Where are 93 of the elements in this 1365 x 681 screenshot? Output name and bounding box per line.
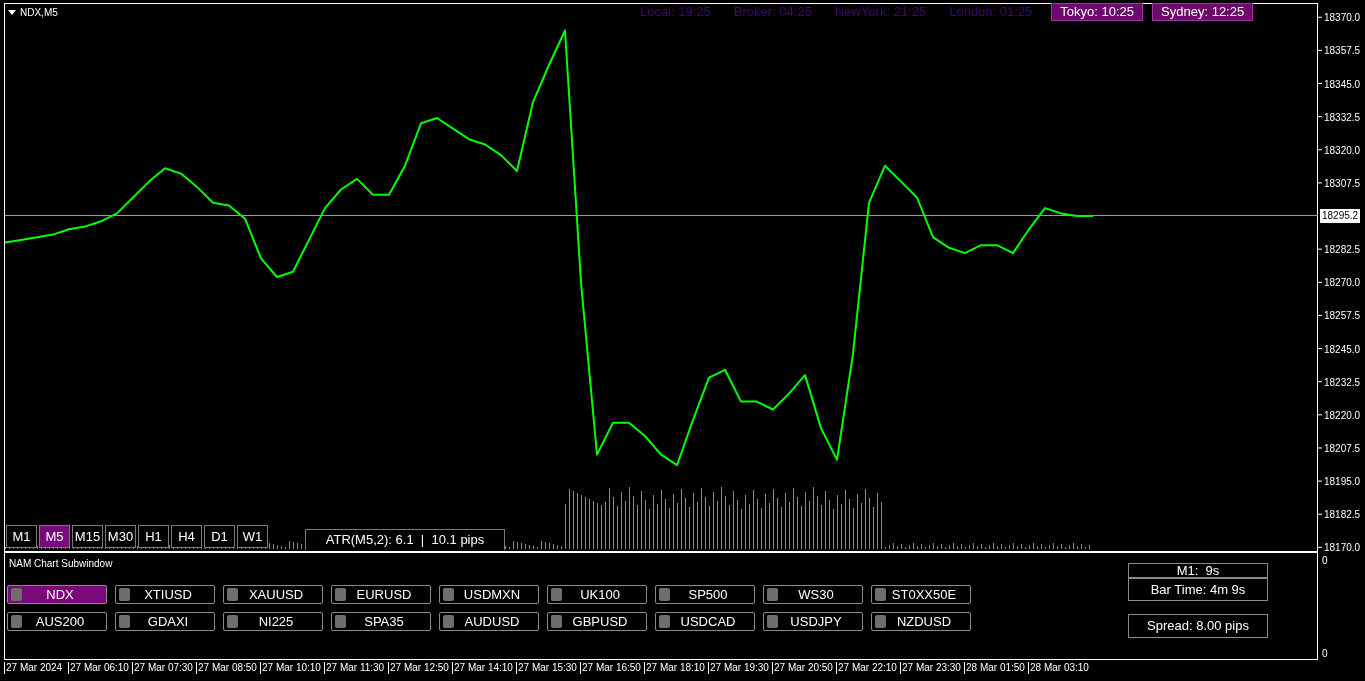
- y-axis-label: 18207.5: [1324, 442, 1361, 454]
- y-axis-label: 18170.0: [1324, 542, 1361, 552]
- timeframe-button[interactable]: D1: [204, 525, 235, 548]
- timeframe-button[interactable]: H1: [138, 525, 169, 548]
- session-clock: Sydney: 12:25: [1152, 3, 1254, 21]
- symbol-button[interactable]: NI225: [223, 612, 323, 631]
- symbol-button[interactable]: AUDUSD: [439, 612, 539, 631]
- square-icon: [875, 588, 886, 601]
- symbol-button[interactable]: XTIUSD: [115, 585, 215, 604]
- session-clock: Tokyo: 10:25: [1051, 3, 1144, 21]
- y-axis-label: 18220.0: [1324, 409, 1361, 421]
- time-axis-label: 27 Mar 11:30: [324, 662, 385, 674]
- time-axis-label: 27 Mar 16:50: [580, 662, 641, 674]
- square-icon: [551, 615, 562, 628]
- timer-label: M1: 9s: [1128, 563, 1268, 578]
- symbol-button[interactable]: USDJPY: [763, 612, 863, 631]
- square-icon: [659, 615, 670, 628]
- square-icon: [659, 588, 670, 601]
- square-icon: [767, 588, 778, 601]
- symbol-button[interactable]: GBPUSD: [547, 612, 647, 631]
- y-axis-label: 18195.0: [1324, 476, 1361, 488]
- time-axis-label: 27 Mar 06:10: [68, 662, 129, 674]
- axis-label: 0: [1322, 554, 1328, 568]
- symbol-button[interactable]: WS30: [763, 585, 863, 604]
- symbol-button[interactable]: UK100: [547, 585, 647, 604]
- timeframe-button[interactable]: M1: [6, 525, 37, 548]
- square-icon: [443, 588, 454, 601]
- session-clock: Local: 19:25: [639, 3, 712, 21]
- atr-label: ATR(M5,2): 6.1 | 10.1 pips: [305, 529, 505, 550]
- timeframe-button[interactable]: M5: [39, 525, 70, 548]
- subwindow-title: NAM Chart Subwindow: [9, 557, 113, 571]
- y-axis-label: 18282.5: [1324, 244, 1361, 256]
- time-axis-label: 27 Mar 23:30: [900, 662, 961, 674]
- y-axis-label: 18307.5: [1324, 177, 1361, 189]
- timeframe-button[interactable]: W1: [237, 525, 268, 548]
- symbol-button[interactable]: NDX: [7, 585, 107, 604]
- time-axis-label: 27 Mar 2024: [4, 662, 63, 674]
- symbol-button[interactable]: NZDUSD: [871, 612, 971, 631]
- current-price-label: 18295.2: [1320, 208, 1361, 223]
- square-icon: [335, 588, 346, 601]
- symbol-button[interactable]: SPA35: [331, 612, 431, 631]
- square-icon: [767, 615, 778, 628]
- axis-label: 0: [1322, 647, 1328, 661]
- time-axis-label: 27 Mar 22:10: [836, 662, 897, 674]
- dropdown-triangle-icon[interactable]: [8, 10, 16, 15]
- timeframe-button[interactable]: M15: [72, 525, 103, 548]
- chart-symbol: NDX,M5: [20, 6, 58, 20]
- square-icon: [227, 615, 238, 628]
- y-axis-label: 18357.5: [1324, 45, 1361, 57]
- bar-time-label: Bar Time: 4m 9s: [1128, 578, 1268, 601]
- square-icon: [119, 615, 130, 628]
- time-axis-label: 28 Mar 01:50: [964, 662, 1025, 674]
- time-axis-label: 27 Mar 14:10: [452, 662, 513, 674]
- y-axis-label: 18257.5: [1324, 310, 1361, 322]
- y-axis-label: 18182.5: [1324, 509, 1361, 521]
- square-icon: [11, 615, 22, 628]
- spread-label: Spread: 8.00 pips: [1128, 614, 1268, 638]
- y-axis-label: 18332.5: [1324, 111, 1361, 123]
- time-axis-label: 27 Mar 12:50: [388, 662, 449, 674]
- timeframe-button[interactable]: M30: [105, 525, 136, 548]
- session-clock: NewYork: 21:25: [833, 3, 928, 21]
- square-icon: [551, 588, 562, 601]
- time-axis-label: 28 Mar 03:10: [1028, 662, 1089, 674]
- y-axis-label: 18245.0: [1324, 343, 1361, 355]
- timeframe-button[interactable]: H4: [171, 525, 202, 548]
- time-axis-label: 27 Mar 19:30: [708, 662, 769, 674]
- time-axis-label: 27 Mar 07:30: [132, 662, 193, 674]
- symbol-button[interactable]: USDCAD: [655, 612, 755, 631]
- y-axis-label: 18370.0: [1324, 12, 1361, 24]
- time-axis-label: 27 Mar 18:10: [644, 662, 705, 674]
- square-icon: [875, 615, 886, 628]
- symbol-button[interactable]: AUS200: [7, 612, 107, 631]
- square-icon: [119, 588, 130, 601]
- symbol-button[interactable]: EURUSD: [331, 585, 431, 604]
- y-axis-label: 18270.0: [1324, 277, 1361, 289]
- time-axis-label: 27 Mar 10:10: [260, 662, 321, 674]
- square-icon: [11, 588, 22, 601]
- time-axis-label: 27 Mar 15:30: [516, 662, 577, 674]
- time-axis-label: 27 Mar 20:50: [772, 662, 833, 674]
- y-axis-label: 18232.5: [1324, 376, 1361, 388]
- symbol-button[interactable]: ST0XX50E: [871, 585, 971, 604]
- symbol-button[interactable]: GDAXI: [115, 612, 215, 631]
- session-clock: London: 01:25: [948, 3, 1034, 21]
- square-icon: [227, 588, 238, 601]
- symbol-button[interactable]: XAUUSD: [223, 585, 323, 604]
- square-icon: [443, 615, 454, 628]
- y-axis-label: 18320.0: [1324, 144, 1361, 156]
- symbol-button[interactable]: USDMXN: [439, 585, 539, 604]
- time-axis-label: 27 Mar 08:50: [196, 662, 257, 674]
- y-axis-label: 18345.0: [1324, 78, 1361, 90]
- square-icon: [335, 615, 346, 628]
- session-clock: Broker: 04:25: [732, 3, 813, 21]
- symbol-button[interactable]: SP500: [655, 585, 755, 604]
